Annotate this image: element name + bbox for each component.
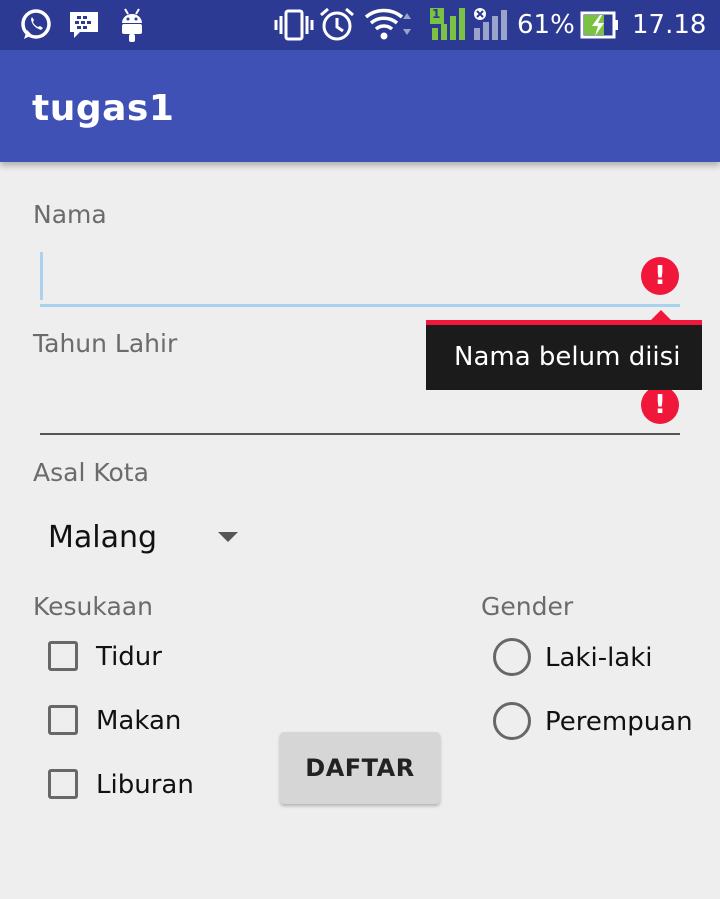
checkbox-tidur-label[interactable]: Tidur <box>96 642 162 672</box>
asal-kota-selected: Malang <box>48 520 158 555</box>
error-message: Nama belum diisi <box>454 342 681 372</box>
tooltip-pointer <box>651 310 671 320</box>
error-tooltip: Nama belum diisi <box>426 310 702 390</box>
android-icon <box>116 7 148 47</box>
radio-perempuan[interactable] <box>493 702 531 740</box>
wifi-icon <box>364 7 416 45</box>
tahun-lahir-error-icon: ! <box>641 386 679 424</box>
battery-charging-icon <box>580 10 620 44</box>
checkbox-tidur[interactable] <box>48 641 78 671</box>
nama-underline <box>40 304 680 307</box>
daftar-button[interactable]: DAFTAR <box>280 732 440 804</box>
app-title: tugas1 <box>32 88 175 129</box>
radio-laki-laki-label[interactable]: Laki-laki <box>545 643 653 673</box>
tahun-lahir-underline <box>40 433 680 435</box>
dropdown-arrow-icon <box>218 532 238 542</box>
asal-kota-label: Asal Kota <box>33 458 149 487</box>
nama-label: Nama <box>33 200 107 229</box>
kesukaan-label: Kesukaan <box>33 592 153 621</box>
no-signal-icon <box>472 6 508 46</box>
sim-badge: 1 <box>432 7 441 21</box>
tooltip-accent-bar <box>426 320 702 325</box>
signal-icon: 1 <box>428 6 468 46</box>
checkbox-liburan-label[interactable]: Liburan <box>96 770 194 800</box>
tahun-lahir-label: Tahun Lahir <box>33 329 178 358</box>
radio-laki-laki[interactable] <box>493 638 531 676</box>
checkbox-makan-label[interactable]: Makan <box>96 706 181 736</box>
whatsapp-icon <box>18 7 54 47</box>
app-bar: tugas1 <box>0 50 720 162</box>
battery-percent: 61% <box>517 10 575 40</box>
bbm-icon <box>68 9 100 45</box>
status-bar: 1 61% 17.18 <box>0 0 720 50</box>
nama-error-icon: ! <box>641 257 679 295</box>
clock: 17.18 <box>632 10 707 40</box>
checkbox-makan[interactable] <box>48 705 78 735</box>
checkbox-liburan[interactable] <box>48 769 78 799</box>
vibrate-icon <box>274 8 314 46</box>
gender-label: Gender <box>481 592 574 621</box>
alarm-icon <box>318 6 356 48</box>
nama-input[interactable] <box>40 248 680 310</box>
radio-perempuan-label[interactable]: Perempuan <box>545 707 693 737</box>
text-cursor <box>40 252 43 300</box>
